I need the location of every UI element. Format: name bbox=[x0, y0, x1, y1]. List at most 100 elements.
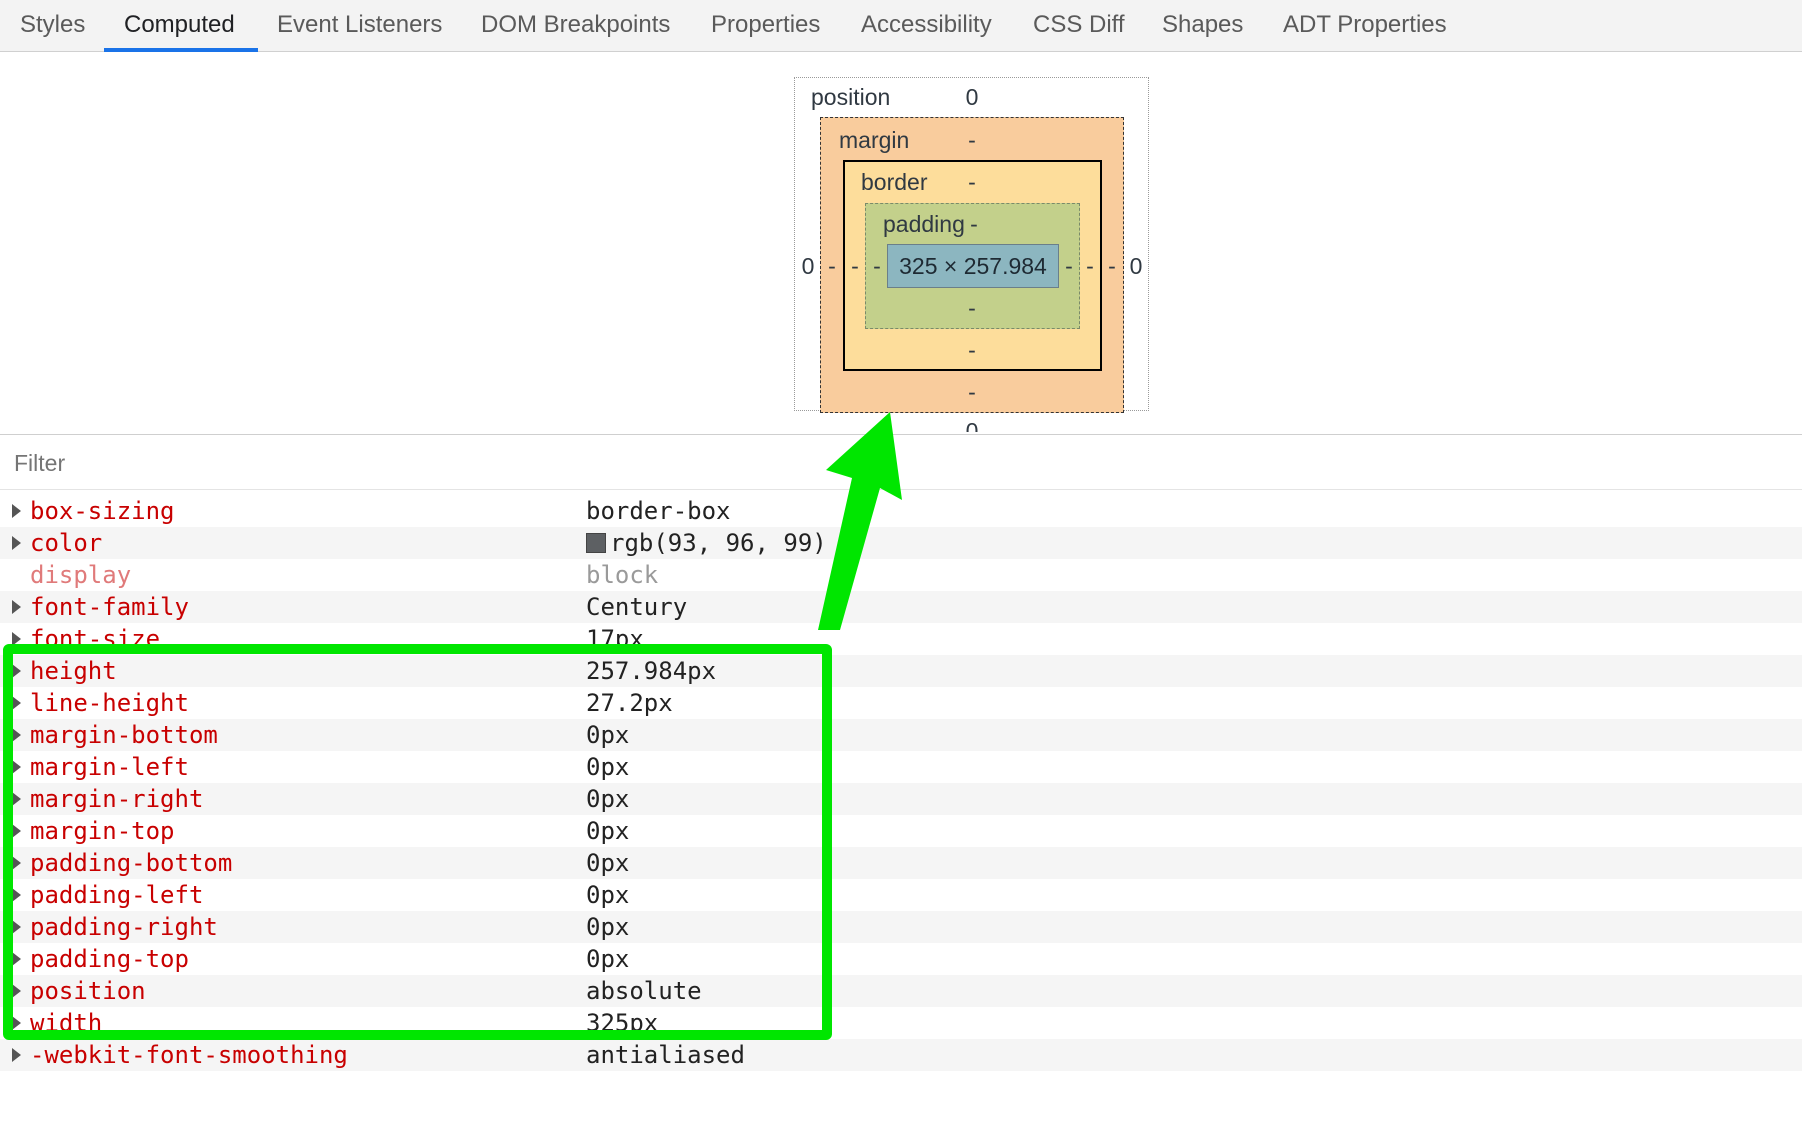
tab-css-diff[interactable]: CSS Diff bbox=[1033, 0, 1125, 52]
property-row-margin-top[interactable]: margin-top 0px bbox=[0, 815, 1802, 847]
box-model-padding-top[interactable]: - bbox=[962, 211, 986, 237]
tab-dom-breakpoints[interactable]: DOM Breakpoints bbox=[481, 0, 670, 52]
property-name: padding-right bbox=[30, 913, 218, 941]
box-model-padding-right[interactable]: - bbox=[1060, 253, 1078, 279]
expand-triangle-icon[interactable] bbox=[12, 600, 21, 614]
property-value: Century bbox=[586, 593, 688, 621]
box-model-position-left[interactable]: 0 bbox=[796, 253, 820, 279]
expand-triangle-icon[interactable] bbox=[12, 536, 21, 550]
property-value: 0px bbox=[586, 721, 630, 749]
property-value: 0px bbox=[586, 945, 630, 973]
property-name: position bbox=[30, 977, 146, 1005]
expand-triangle-icon[interactable] bbox=[12, 920, 21, 934]
property-row-height[interactable]: height 257.984px bbox=[0, 655, 1802, 687]
expand-triangle-icon[interactable] bbox=[12, 728, 21, 742]
box-model-content-size[interactable]: 325 × 257.984 bbox=[887, 253, 1059, 279]
property-value: 27.2px bbox=[586, 689, 673, 717]
expand-triangle-icon[interactable] bbox=[12, 792, 21, 806]
property-name: padding-left bbox=[30, 881, 204, 909]
expand-triangle-icon[interactable] bbox=[12, 824, 21, 838]
expand-triangle-icon[interactable] bbox=[12, 664, 21, 678]
box-model-position-bottom[interactable]: 0 bbox=[952, 418, 992, 432]
property-name: height bbox=[30, 657, 117, 685]
expand-triangle-icon[interactable] bbox=[12, 696, 21, 710]
tab-styles[interactable]: Styles bbox=[20, 0, 85, 52]
box-model-padding-left[interactable]: - bbox=[868, 253, 886, 279]
property-value: 0px bbox=[586, 785, 630, 813]
property-row-webkit-font-smoothing[interactable]: -webkit-font-smoothing antialiased bbox=[0, 1039, 1802, 1071]
box-model-margin-bottom[interactable]: - bbox=[952, 379, 992, 405]
expand-triangle-icon[interactable] bbox=[12, 952, 21, 966]
property-row-font-family[interactable]: font-family Century bbox=[0, 591, 1802, 623]
box-model-padding-bottom[interactable]: - bbox=[952, 295, 992, 321]
property-value: 0px bbox=[586, 817, 630, 845]
box-model-border-label: border bbox=[861, 169, 928, 195]
tab-computed[interactable]: Computed bbox=[124, 0, 235, 52]
box-model-margin-left[interactable]: - bbox=[822, 253, 842, 279]
property-value: block bbox=[586, 561, 659, 589]
color-swatch-icon[interactable] bbox=[586, 533, 606, 553]
active-tab-indicator bbox=[104, 48, 258, 52]
box-model-border-right[interactable]: - bbox=[1081, 253, 1099, 279]
expand-triangle-icon[interactable] bbox=[12, 1016, 21, 1030]
expand-triangle-icon[interactable] bbox=[12, 1048, 21, 1062]
property-value: absolute bbox=[586, 977, 702, 1005]
property-row-margin-bottom[interactable]: margin-bottom 0px bbox=[0, 719, 1802, 751]
property-name: font-size bbox=[30, 625, 161, 653]
property-value: 0px bbox=[586, 753, 630, 781]
property-name: margin-left bbox=[30, 753, 189, 781]
expand-triangle-icon[interactable] bbox=[12, 856, 21, 870]
box-model-position-top[interactable]: 0 bbox=[952, 84, 992, 110]
property-row-font-size[interactable]: font-size 17px bbox=[0, 623, 1802, 655]
property-row-margin-right[interactable]: margin-right 0px bbox=[0, 783, 1802, 815]
tab-adt-properties[interactable]: ADT Properties bbox=[1283, 0, 1447, 52]
property-row-padding-right[interactable]: padding-right 0px bbox=[0, 911, 1802, 943]
expand-triangle-icon[interactable] bbox=[12, 504, 21, 518]
property-row-padding-top[interactable]: padding-top 0px bbox=[0, 943, 1802, 975]
property-name: margin-right bbox=[30, 785, 204, 813]
property-value-wrap: rgb(93, 96, 99) bbox=[586, 527, 827, 559]
property-name: margin-top bbox=[30, 817, 175, 845]
property-name: box-sizing bbox=[30, 497, 175, 525]
box-model-margin-label: margin bbox=[839, 127, 910, 153]
property-row-color[interactable]: color rgb(93, 96, 99) bbox=[0, 527, 1802, 559]
box-model-border-left[interactable]: - bbox=[846, 253, 864, 279]
filter-input[interactable] bbox=[14, 448, 414, 478]
property-value: 0px bbox=[586, 881, 630, 909]
property-value: border-box bbox=[586, 497, 731, 525]
tab-accessibility[interactable]: Accessibility bbox=[861, 0, 992, 52]
expand-triangle-icon[interactable] bbox=[12, 984, 21, 998]
box-model-margin-right[interactable]: - bbox=[1102, 253, 1122, 279]
expand-triangle-icon[interactable] bbox=[12, 632, 21, 646]
property-name: padding-top bbox=[30, 945, 189, 973]
box-model-margin-top[interactable]: - bbox=[952, 127, 992, 153]
box-model-border-top[interactable]: - bbox=[952, 169, 992, 195]
property-row-position[interactable]: position absolute bbox=[0, 975, 1802, 1007]
property-name: font-family bbox=[30, 593, 189, 621]
property-name: display bbox=[30, 561, 132, 589]
property-row-width[interactable]: width 325px bbox=[0, 1007, 1802, 1039]
property-row-box-sizing[interactable]: box-sizing border-box bbox=[0, 495, 1802, 527]
property-value: 17px bbox=[586, 625, 644, 653]
property-row-display[interactable]: display block bbox=[0, 559, 1802, 591]
section-divider bbox=[0, 434, 1802, 435]
property-value: 0px bbox=[586, 849, 630, 877]
property-row-padding-bottom[interactable]: padding-bottom 0px bbox=[0, 847, 1802, 879]
expand-triangle-icon[interactable] bbox=[12, 760, 21, 774]
property-value: 0px bbox=[586, 913, 630, 941]
box-model-position-right[interactable]: 0 bbox=[1124, 253, 1148, 279]
property-value: rgb(93, 96, 99) bbox=[610, 529, 827, 557]
property-value: 325px bbox=[586, 1009, 659, 1037]
expand-triangle-icon[interactable] bbox=[12, 888, 21, 902]
property-name: -webkit-font-smoothing bbox=[30, 1041, 348, 1069]
box-model-border-bottom[interactable]: - bbox=[952, 337, 992, 363]
property-name: width bbox=[30, 1009, 103, 1037]
property-row-margin-left[interactable]: margin-left 0px bbox=[0, 751, 1802, 783]
tab-event-listeners[interactable]: Event Listeners bbox=[277, 0, 442, 52]
tab-properties[interactable]: Properties bbox=[711, 0, 820, 52]
property-row-line-height[interactable]: line-height 27.2px bbox=[0, 687, 1802, 719]
tab-shapes[interactable]: Shapes bbox=[1162, 0, 1243, 52]
property-value: 257.984px bbox=[586, 657, 717, 685]
property-name: line-height bbox=[30, 689, 189, 717]
property-row-padding-left[interactable]: padding-left 0px bbox=[0, 879, 1802, 911]
